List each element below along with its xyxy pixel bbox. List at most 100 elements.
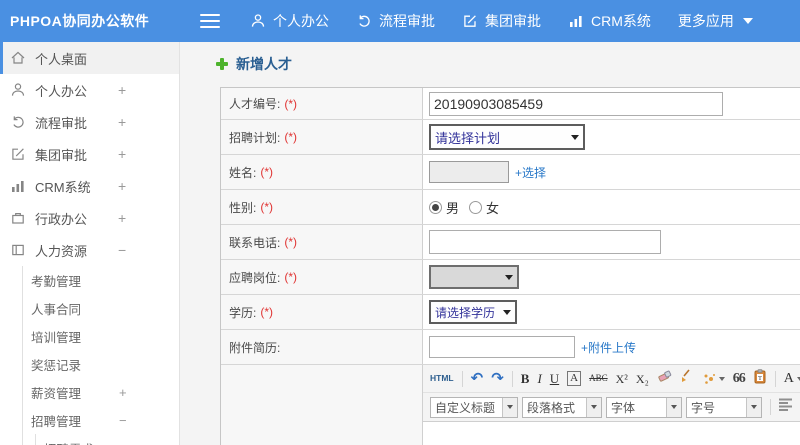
quick-format-icon[interactable] [702,372,725,386]
expand-minus-icon[interactable]: − [119,413,127,428]
gender-male-label: 男 [446,200,460,216]
font-style-button[interactable]: A [567,371,582,386]
select-arrow-icon [503,309,511,315]
paste-icon[interactable]: T [753,368,767,389]
page-title: 新增人才 [216,54,292,74]
custom-title-dropdown[interactable]: 自定义标题 [430,396,518,418]
italic-button[interactable]: I [537,372,541,385]
expand-plus-icon[interactable]: + [118,202,126,234]
expand-plus-icon[interactable]: + [119,385,127,400]
sidebar-item-personal-office[interactable]: 个人办公 + [0,74,179,106]
form-row-name: 姓名: (*) +选择 [221,155,800,190]
position-label: 应聘岗位: [229,270,281,285]
required-mark: (*) [260,200,274,214]
position-select[interactable] [429,265,519,289]
phone-label: 联系电话: [229,235,281,250]
attachment-upload-link[interactable]: +附件上传 [581,339,636,356]
sidebar-item-workflow-approval[interactable]: 流程审批 + [0,106,179,138]
strikethrough-button[interactable]: ABC [589,374,608,383]
expand-plus-icon[interactable]: + [118,106,126,138]
gender-male-radio[interactable] [429,200,442,214]
person-icon [250,13,266,29]
phone-input[interactable] [429,230,661,254]
sidebar-item-admin-office[interactable]: 行政办公 + [0,202,179,234]
eraser-icon[interactable] [657,369,672,388]
sidebar-item-training[interactable]: 培训管理 [23,322,179,350]
select-arrow-icon [505,274,513,280]
form-row-talent-code: 人才编号: (*) [221,88,800,120]
format-brush-icon[interactable] [680,369,694,388]
form-row-recruit-plan: 招聘计划: (*) 请选择计划 [221,120,800,155]
resume-label: 附件简历: [229,340,281,355]
required-mark: (*) [260,305,274,319]
caret-down-icon [718,376,725,381]
sidebar-item-hr[interactable]: 人力资源 − [0,234,179,266]
sidebar-item-group-approval[interactable]: 集团审批 + [0,138,179,170]
paragraph-format-dropdown[interactable]: 段落格式 [522,396,602,418]
required-mark: (*) [284,130,298,144]
caret-down-icon [742,18,753,24]
expand-plus-icon[interactable]: + [118,170,126,202]
bold-button[interactable]: B [521,372,530,385]
person-icon [10,82,26,98]
hamburger-menu-icon[interactable] [200,14,220,28]
edit-icon [462,13,478,29]
expand-plus-icon[interactable]: + [118,138,126,170]
editor-toolbar-row2: 自定义标题 段落格式 字体 字号 [423,393,800,422]
recruitment-submenu: 招聘需求 [35,434,179,445]
resume-input[interactable] [429,336,575,358]
sidebar-item-salary[interactable]: 薪资管理 + [23,378,179,406]
recruit-plan-select[interactable]: 请选择计划 [429,124,585,150]
expand-plus-icon[interactable]: + [118,74,126,106]
sidebar-item-recruit-demand[interactable]: 招聘需求 [36,434,179,445]
required-mark: (*) [284,96,298,111]
editor-toolbar-row1: HTML ↶ ↷ B I U A ABC X² X₂ 66 T A [423,365,800,393]
app-logo: PHPOA协同办公软件 [10,13,150,29]
nav-crm-system[interactable]: CRM系统 [568,11,651,31]
sidebar-item-crm[interactable]: CRM系统 + [0,170,179,202]
gender-female-radio[interactable] [469,200,483,214]
talent-code-input[interactable] [429,91,723,116]
sidebar-item-desktop[interactable]: 个人桌面 [0,42,179,74]
sidebar-item-hr-contract[interactable]: 人事合同 [23,294,179,322]
name-label: 姓名: [229,165,257,180]
nav-workflow-approval[interactable]: 流程审批 [356,11,435,31]
home-icon [10,50,26,66]
pick-person-link[interactable]: +选择 [515,164,546,181]
blockquote-icon[interactable]: 66 [733,371,746,386]
briefcase-icon [10,210,26,226]
font-size-dropdown[interactable]: 字号 [686,396,762,418]
education-label: 学历: [229,305,257,320]
redo-icon[interactable]: ↷ [491,371,504,386]
talent-code-label: 人才编号: [229,97,281,111]
nav-more-apps[interactable]: 更多应用 [678,11,753,31]
book-icon [10,242,26,258]
name-input[interactable] [429,161,509,183]
nav-personal-office[interactable]: 个人办公 [250,11,329,31]
caret-down-icon [666,397,681,417]
nav-group-approval[interactable]: 集团审批 [462,11,541,31]
form-row-gender: 性别: (*) 男 女 [221,190,800,225]
caret-down-icon [746,397,761,417]
undo-icon[interactable]: ↶ [471,371,484,386]
hr-submenu: 考勤管理 人事合同 培训管理 奖惩记录 薪资管理 + 招聘管理 − 招聘需求 [22,266,179,445]
editor-content-area[interactable] [423,422,800,445]
edit-icon [10,146,26,162]
align-left-icon[interactable] [779,398,794,416]
sidebar-item-rewards[interactable]: 奖惩记录 [23,350,179,378]
sidebar-item-recruitment[interactable]: 招聘管理 − [23,406,179,434]
font-family-dropdown[interactable]: 字体 [606,396,682,418]
html-source-button[interactable]: HTML [430,374,454,383]
add-plus-icon [216,58,228,70]
expand-minus-icon[interactable]: − [118,234,126,266]
main-content: 新增人才 人才编号: (*) 招聘计划: (*) 请选择计划 [181,42,800,445]
new-talent-form: 人才编号: (*) 招聘计划: (*) 请选择计划 姓名: (*) [220,87,800,445]
select-arrow-icon [571,134,579,140]
subscript-button[interactable]: X₂ [636,373,649,385]
superscript-button[interactable]: X² [616,373,628,385]
underline-button[interactable]: U [550,372,559,385]
sidebar-item-attendance[interactable]: 考勤管理 [23,266,179,294]
education-select[interactable]: 请选择学历 [429,300,517,324]
form-row-education: 学历: (*) 请选择学历 [221,295,800,330]
font-color-icon[interactable]: A [784,371,800,386]
